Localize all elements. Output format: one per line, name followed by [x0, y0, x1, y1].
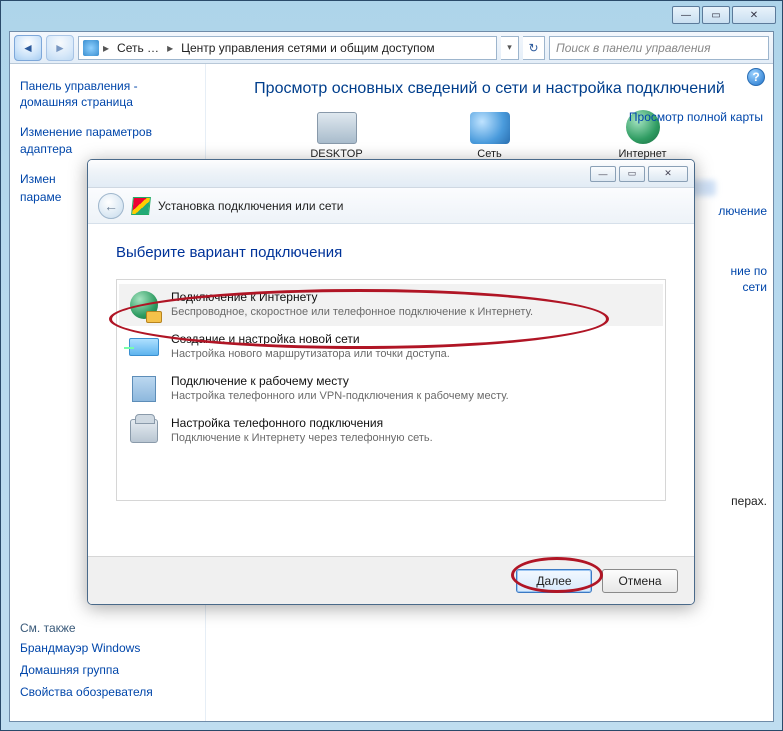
- option-desc: Настройка телефонного или VPN-подключени…: [171, 390, 509, 402]
- refresh-button[interactable]: ↻: [523, 36, 545, 60]
- partial-text: перах.: [731, 494, 767, 508]
- see-also-section: См. также Брандмауэр Windows Домашняя гр…: [20, 621, 200, 707]
- page-title: Просмотр основных сведений о сети и наст…: [220, 80, 759, 98]
- connection-options-list[interactable]: Подключение к Интернету Беспроводное, ск…: [116, 279, 666, 501]
- address-bar-row: ◄ ► ▸ Сеть … ▸ Центр управления сетями и…: [10, 32, 773, 64]
- option-setup-dialup[interactable]: Настройка телефонного подключения Подклю…: [119, 410, 663, 452]
- chevron-right-icon: ▸: [103, 41, 109, 55]
- dialog-maximize-button[interactable]: ▭: [619, 166, 645, 182]
- wizard-heading: Выберите вариант подключения: [116, 244, 666, 261]
- view-full-map-link[interactable]: Просмотр полной карты: [629, 110, 763, 124]
- see-also-heading: См. также: [20, 621, 200, 635]
- address-bar[interactable]: ▸ Сеть … ▸ Центр управления сетями и общ…: [78, 36, 497, 60]
- option-desc: Беспроводное, скоростное или телефонное …: [171, 306, 533, 318]
- network-icon: [83, 40, 99, 56]
- option-setup-network[interactable]: Создание и настройка новой сети Настройк…: [119, 326, 663, 368]
- globe-icon: [127, 290, 161, 320]
- map-node-desktop: DESKTOP: [292, 112, 382, 160]
- sidebar-link-adapter-settings[interactable]: Изменение параметров адаптера: [20, 124, 195, 156]
- option-connect-internet[interactable]: Подключение к Интернету Беспроводное, ск…: [119, 284, 663, 326]
- dialog-footer: Далее Отмена: [88, 556, 694, 604]
- dialog-header: ← Установка подключения или сети: [88, 188, 694, 224]
- dialog-minimize-button[interactable]: —: [590, 166, 616, 182]
- wizard-flag-icon: [131, 197, 151, 215]
- pc-icon: [317, 112, 357, 144]
- address-history-dropdown[interactable]: ▾: [501, 36, 519, 60]
- see-also-internet-options[interactable]: Свойства обозревателя: [20, 685, 200, 699]
- breadcrumb-network[interactable]: Сеть …: [113, 40, 163, 56]
- see-also-homegroup[interactable]: Домашняя группа: [20, 663, 200, 677]
- dialog-close-button[interactable]: ✕: [648, 166, 688, 182]
- option-title: Настройка телефонного подключения: [171, 416, 433, 430]
- option-title: Создание и настройка новой сети: [171, 332, 450, 346]
- wizard-back-button[interactable]: ←: [98, 193, 124, 219]
- chevron-right-icon: ▸: [167, 41, 173, 55]
- network-icon: [470, 112, 510, 144]
- option-desc: Настройка нового маршрутизатора или точк…: [171, 348, 450, 360]
- partial-text: ние по: [730, 264, 767, 278]
- nav-back-button[interactable]: ◄: [14, 35, 42, 61]
- breadcrumb-current[interactable]: Центр управления сетями и общим доступом: [177, 40, 439, 56]
- window-minimize-button[interactable]: —: [672, 6, 700, 24]
- nav-forward-button[interactable]: ►: [46, 35, 74, 61]
- building-icon: [127, 374, 161, 404]
- window-titlebar: — ▭ ✕: [1, 1, 782, 29]
- router-icon: [127, 332, 161, 362]
- window-close-button[interactable]: ✕: [732, 6, 776, 24]
- search-placeholder: Поиск в панели управления: [556, 41, 711, 55]
- next-button[interactable]: Далее: [516, 569, 592, 593]
- explorer-window: — ▭ ✕ ◄ ► ▸ Сеть … ▸ Центр управления се…: [0, 0, 783, 731]
- option-connect-workplace[interactable]: Подключение к рабочему месту Настройка т…: [119, 368, 663, 410]
- dialog-titlebar[interactable]: — ▭ ✕: [88, 160, 694, 188]
- help-icon[interactable]: ?: [747, 68, 765, 86]
- option-title: Подключение к Интернету: [171, 290, 533, 304]
- see-also-firewall[interactable]: Брандмауэр Windows: [20, 641, 200, 655]
- window-maximize-button[interactable]: ▭: [702, 6, 730, 24]
- search-input[interactable]: Поиск в панели управления: [549, 36, 769, 60]
- option-desc: Подключение к Интернету через телефонную…: [171, 432, 433, 444]
- option-title: Подключение к рабочему месту: [171, 374, 509, 388]
- cancel-button[interactable]: Отмена: [602, 569, 678, 593]
- partial-text: лючение: [718, 204, 767, 218]
- map-node-network: Сеть: [445, 112, 535, 160]
- dialog-body: Выберите вариант подключения Подключение…: [88, 224, 694, 505]
- sidebar-link-cp-home[interactable]: Панель управления - домашняя страница: [20, 78, 195, 110]
- connection-wizard-dialog: — ▭ ✕ ← Установка подключения или сети В…: [87, 159, 695, 605]
- phone-icon: [127, 416, 161, 446]
- wizard-title: Установка подключения или сети: [158, 199, 343, 213]
- partial-text: сети: [743, 280, 767, 294]
